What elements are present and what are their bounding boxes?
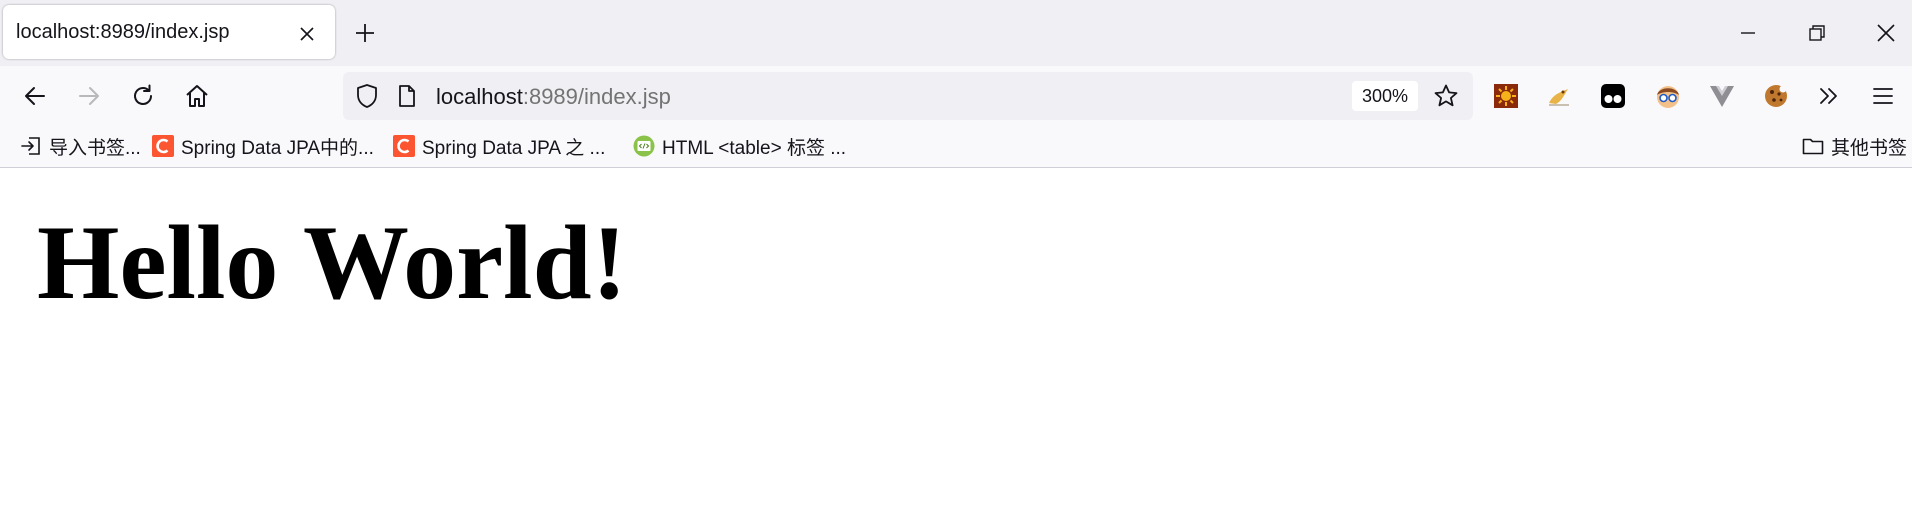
zoom-level-button[interactable]: 300% [1352, 81, 1418, 111]
arrow-left-icon[interactable] [22, 83, 48, 109]
minimize-icon[interactable] [1737, 22, 1759, 44]
bookmarks-toolbar: 导入书签... Spring Data JPA中的... Spring Data… [0, 126, 1912, 168]
restore-icon[interactable] [1806, 22, 1828, 44]
url-host: localhost [436, 84, 523, 109]
plus-icon[interactable] [354, 22, 376, 44]
bookmark-label: 导入书签... [49, 137, 141, 159]
csdn-icon [393, 135, 415, 157]
page-icon[interactable] [396, 84, 418, 108]
page-heading: Hello World! [37, 204, 627, 321]
extension-vue-devtools-icon[interactable] [1709, 83, 1735, 109]
close-icon[interactable] [299, 26, 315, 42]
bookmark-other-folder[interactable]: 其他书签 [1802, 134, 1908, 159]
home-icon[interactable] [184, 83, 210, 109]
window-close-icon[interactable] [1875, 22, 1897, 44]
bookmark-label: HTML <table> 标签 ... [662, 137, 847, 159]
bookmark-html-table[interactable]: HTML <table> 标签 ... [633, 134, 847, 159]
tab-strip: localhost:8989/index.jsp [0, 0, 1912, 66]
page-content: Hello World! [0, 168, 1912, 526]
hamburger-menu-icon[interactable] [1870, 83, 1896, 109]
import-icon [21, 137, 40, 155]
extension-cookie-icon[interactable] [1763, 83, 1789, 109]
extension-tampermonkey-icon[interactable] [1600, 83, 1626, 109]
csdn-icon [152, 135, 174, 157]
extension-bird-icon[interactable] [1546, 83, 1572, 109]
bookmark-label: 其他书签 [1831, 137, 1908, 159]
folder-icon [1802, 138, 1824, 155]
html-code-icon [633, 135, 655, 157]
url-path: :8989/index.jsp [522, 84, 671, 109]
star-icon[interactable] [1433, 83, 1459, 109]
url-bar[interactable]: localhost:8989/index.jsp 300% [343, 72, 1473, 120]
tab-title: localhost:8989/index.jsp [16, 21, 230, 43]
bookmark-import[interactable]: 导入书签... [20, 134, 141, 159]
bookmark-spring-data-jpa-2[interactable]: Spring Data JPA 之 ... [393, 134, 606, 159]
shield-icon[interactable] [354, 83, 380, 109]
extension-glasses-face-icon[interactable] [1655, 83, 1681, 109]
bookmark-label: Spring Data JPA中的... [181, 137, 374, 159]
arrow-right-icon[interactable] [76, 83, 102, 109]
extension-sun-icon[interactable] [1493, 83, 1519, 109]
reload-icon[interactable] [130, 83, 156, 109]
bookmark-label: Spring Data JPA 之 ... [422, 137, 606, 159]
bookmark-spring-data-jpa-1[interactable]: Spring Data JPA中的... [152, 134, 374, 159]
browser-window: localhost:8989/index.jsp localhost:8989/… [0, 0, 1912, 526]
nav-toolbar: localhost:8989/index.jsp 300% [0, 66, 1912, 126]
chevrons-right-icon[interactable] [1816, 83, 1842, 109]
url-text[interactable]: localhost:8989/index.jsp [436, 84, 671, 110]
tab-active[interactable]: localhost:8989/index.jsp [3, 5, 335, 59]
